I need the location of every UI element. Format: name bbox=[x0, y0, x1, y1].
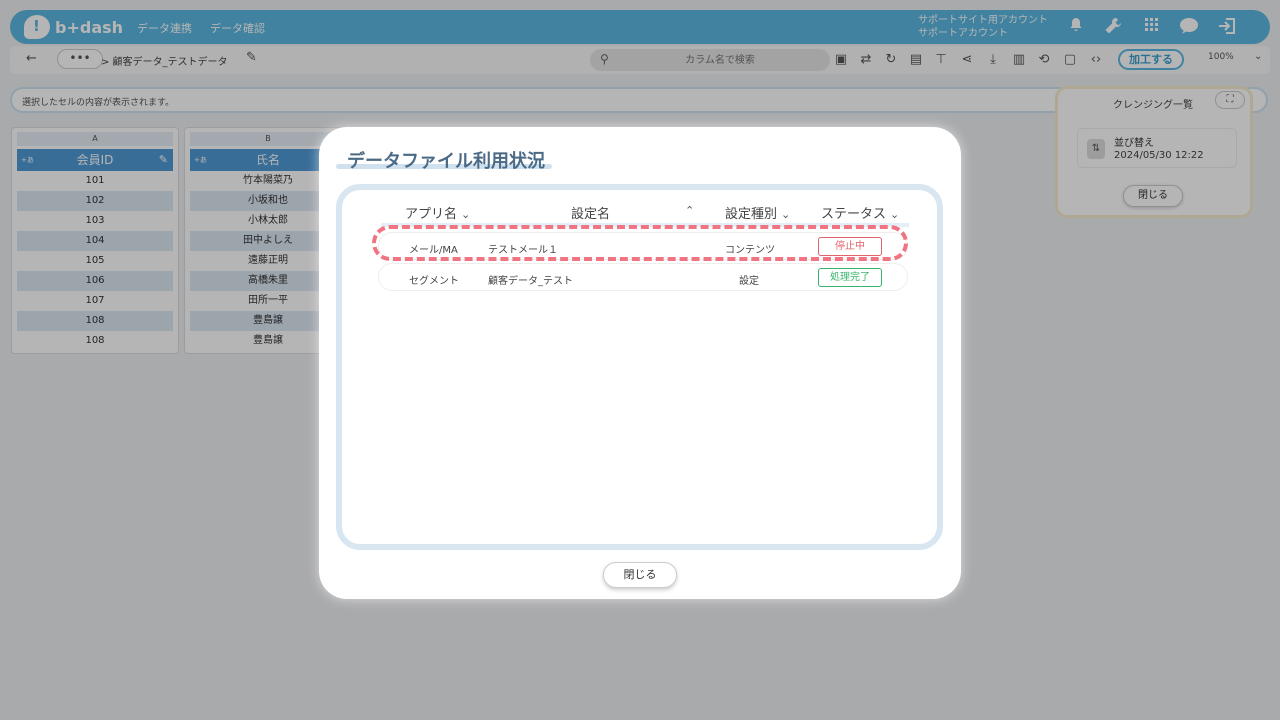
chevron-down-icon: ⌄ bbox=[781, 208, 791, 221]
list-item[interactable]: セグメント 顧客データ_テスト 設定 処理完了 bbox=[378, 263, 908, 291]
sort-app-header[interactable]: アプリ名 ⌄ bbox=[405, 203, 470, 222]
sort-setting-icon[interactable]: ⌃ bbox=[681, 203, 694, 218]
usage-modal: データファイル利用状況 アプリ名⌄ 設定名 ⌃ 設定種別⌄ ステータス⌄ bbox=[319, 127, 961, 599]
setting-header: 設定名 bbox=[571, 203, 610, 222]
app-header-label: アプリ名 bbox=[405, 207, 458, 222]
modal-title: データファイル利用状況 bbox=[347, 151, 545, 172]
modal-close-button[interactable]: 閉じる bbox=[603, 562, 677, 588]
setting-header-label: 設定名 bbox=[571, 207, 611, 222]
kind-header-label: 設定種別 bbox=[725, 207, 778, 222]
chevron-down-icon: ⌄ bbox=[461, 208, 471, 221]
sort-kind-header[interactable]: 設定種別 ⌄ bbox=[725, 203, 790, 222]
highlight-outline bbox=[372, 225, 908, 261]
sort-status-header[interactable]: ステータス ⌄ bbox=[821, 203, 899, 222]
chevron-down-icon: ⌄ bbox=[890, 208, 900, 221]
app-root: b+dash データ連携 データ確認 サポートサイト用アカウント サポートアカウ… bbox=[0, 0, 1280, 720]
status-badge: 処理完了 bbox=[818, 268, 882, 287]
row-kind: 設定 bbox=[739, 276, 759, 287]
row-setting: 顧客データ_テスト bbox=[488, 276, 573, 287]
list-header: アプリ名 ⌄ 設定名 ⌃ 設定種別 ⌄ ステータス ⌄ bbox=[381, 199, 909, 227]
status-header-label: ステータス bbox=[821, 207, 887, 222]
chevron-up-icon: ⌃ bbox=[685, 204, 695, 217]
row-app: セグメント bbox=[409, 276, 459, 287]
